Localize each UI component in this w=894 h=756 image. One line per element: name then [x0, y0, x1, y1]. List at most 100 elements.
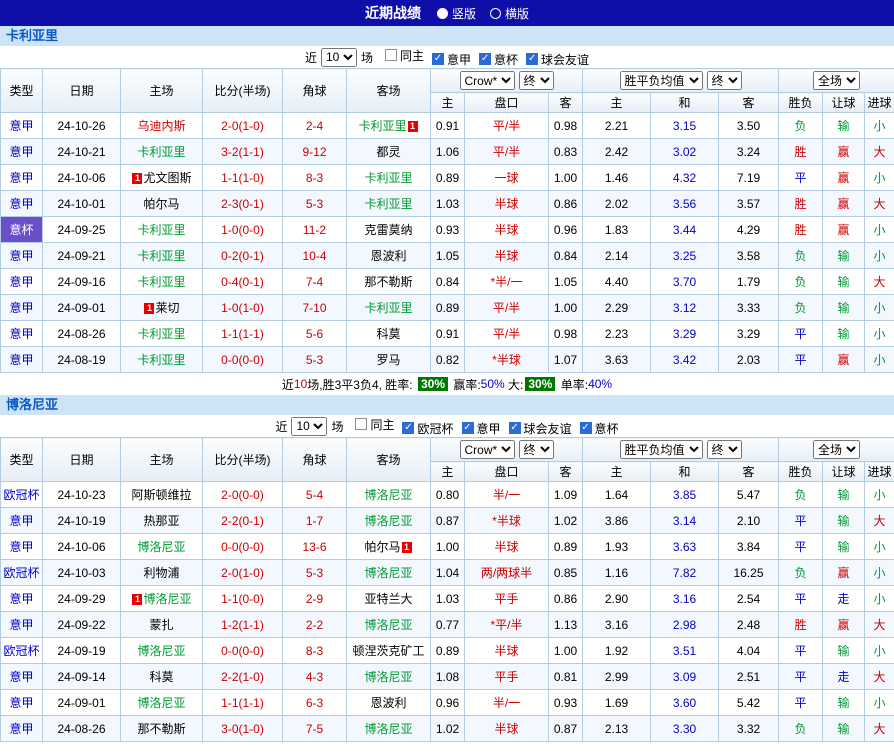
- score-cell: 0-0(0-0): [203, 638, 283, 664]
- team-name: 博洛尼亚: [364, 566, 412, 580]
- avg-home-cell: 2.99: [583, 664, 651, 690]
- odds-away-cell: 1.00: [549, 638, 583, 664]
- result-cell: 平: [779, 664, 823, 690]
- score-cell: 1-2(1-1): [203, 612, 283, 638]
- filter-checkbox-球会友谊[interactable]: 球会友谊: [526, 51, 589, 68]
- odds-time-select[interactable]: 终: [519, 71, 554, 90]
- league-cell: 意甲: [1, 534, 43, 560]
- layout-radio-group: 竖版 横版: [437, 5, 529, 22]
- filter-checkbox-同主[interactable]: 同主: [355, 416, 394, 433]
- scope-select[interactable]: 全场: [813, 440, 860, 459]
- avg-draw-cell: 3.14: [651, 508, 719, 534]
- result-cell: 平: [779, 586, 823, 612]
- summary-segment: 大:: [505, 376, 524, 393]
- col-goals: 进球: [865, 462, 894, 482]
- handicap-cell: 半/一: [465, 482, 549, 508]
- odds-away-cell: 0.98: [549, 321, 583, 347]
- filter-label: 意杯: [494, 51, 518, 68]
- team-name: 罗马: [376, 353, 400, 367]
- handicap-cell: *平/半: [465, 612, 549, 638]
- team-name: 博洛尼亚: [137, 540, 185, 554]
- away-team-cell: 博洛尼亚: [347, 482, 431, 508]
- match-count-select[interactable]: 10: [291, 417, 327, 436]
- summary-segment: 10: [294, 377, 307, 391]
- avg-home-cell: 2.29: [583, 295, 651, 321]
- goals-result-cell: 小: [865, 165, 894, 191]
- home-team-cell: 乌迪内斯: [121, 113, 203, 139]
- avg-draw-cell: 3.51: [651, 638, 719, 664]
- odds-home-cell: 1.02: [431, 716, 465, 742]
- filter-checkbox-同主[interactable]: 同主: [385, 47, 424, 64]
- result-cell: 平: [779, 638, 823, 664]
- score-cell: 1-1(1-1): [203, 690, 283, 716]
- odds-home-cell: 1.06: [431, 139, 465, 165]
- date-cell: 24-10-21: [43, 139, 121, 165]
- avg-type-select[interactable]: 胜平负均值: [620, 440, 703, 459]
- goals-result-cell: 小: [865, 243, 894, 269]
- result-cell: 负: [779, 269, 823, 295]
- handicap-cell: *半球: [465, 508, 549, 534]
- team-name: 尤文图斯: [143, 171, 191, 185]
- home-team-cell: 热那亚: [121, 508, 203, 534]
- checkbox-icon: [526, 53, 538, 65]
- corner-cell: 6-3: [283, 690, 347, 716]
- handicap-cell: 半球: [465, 638, 549, 664]
- filter-label: 球会友谊: [524, 420, 572, 437]
- team-name: 恩波利: [370, 249, 406, 263]
- date-cell: 24-08-26: [43, 321, 121, 347]
- odds-time-select[interactable]: 终: [519, 440, 554, 459]
- odds-home-cell: 0.89: [431, 638, 465, 664]
- handicap-cell: 平/半: [465, 321, 549, 347]
- avg-time-select[interactable]: 终: [707, 440, 742, 459]
- away-team-cell: 科莫: [347, 321, 431, 347]
- odds-company-select[interactable]: Crow*: [460, 71, 515, 90]
- league-cell: 意甲: [1, 165, 43, 191]
- away-team-cell: 亚特兰大: [347, 586, 431, 612]
- filter-checkbox-欧冠杯[interactable]: 欧冠杯: [402, 420, 453, 437]
- match-row: 意甲24-08-19卡利亚里0-0(0-0)5-3罗马0.82*半球1.073.…: [1, 347, 894, 373]
- home-team-cell: 博洛尼亚: [121, 534, 203, 560]
- match-count-select[interactable]: 10: [321, 48, 357, 67]
- handicap-result-cell: 输: [823, 716, 865, 742]
- layout-radio-horizontal[interactable]: 横版: [490, 5, 529, 22]
- date-cell: 24-10-03: [43, 560, 121, 586]
- summary-segment: 近: [282, 376, 294, 393]
- handicap-result-cell: 赢: [823, 191, 865, 217]
- avg-home-cell: 3.63: [583, 347, 651, 373]
- odds-home-cell: 1.00: [431, 534, 465, 560]
- home-team-cell: 卡利亚里: [121, 243, 203, 269]
- away-team-cell: 那不勒斯: [347, 269, 431, 295]
- filter-checkbox-球会友谊[interactable]: 球会友谊: [509, 420, 572, 437]
- avg-draw-cell: 7.82: [651, 560, 719, 586]
- layout-radio-vertical[interactable]: 竖版: [437, 5, 476, 22]
- team-section-bologna: 博洛尼亚 近 10 场 同主欧冠杯意甲球会友谊意杯 类型 日期 主场 比分(半场…: [0, 395, 894, 742]
- avg-home-cell: 2.02: [583, 191, 651, 217]
- filter-checkbox-意杯[interactable]: 意杯: [580, 420, 619, 437]
- goals-result-cell: 小: [865, 560, 894, 586]
- col-date: 日期: [43, 69, 121, 113]
- odds-company-select[interactable]: Crow*: [460, 440, 515, 459]
- scope-select[interactable]: 全场: [813, 71, 860, 90]
- odds-away-cell: 1.02: [549, 508, 583, 534]
- avg-time-select[interactable]: 终: [707, 71, 742, 90]
- summary-segment: 50%: [481, 377, 505, 391]
- corner-cell: 7-5: [283, 716, 347, 742]
- league-cell: 欧冠杯: [1, 482, 43, 508]
- match-row: 意甲24-09-14科莫2-2(1-0)4-3博洛尼亚1.08平手0.812.9…: [1, 664, 894, 690]
- goals-result-cell: 小: [865, 321, 894, 347]
- avg-away-cell: 5.42: [719, 690, 779, 716]
- away-team-cell: 都灵: [347, 139, 431, 165]
- filter-checkbox-意杯[interactable]: 意杯: [479, 51, 518, 68]
- corner-cell: 8-3: [283, 165, 347, 191]
- filter-checkbox-意甲[interactable]: 意甲: [462, 420, 501, 437]
- team-name: 博洛尼亚: [364, 722, 412, 736]
- match-row: 意杯24-09-25卡利亚里1-0(0-0)11-2克雷莫纳0.93半球0.96…: [1, 217, 894, 243]
- odds-home-cell: 0.82: [431, 347, 465, 373]
- avg-type-select[interactable]: 胜平负均值: [620, 71, 703, 90]
- col-away: 客场: [347, 438, 431, 482]
- league-cell: 意甲: [1, 508, 43, 534]
- filter-checkbox-意甲[interactable]: 意甲: [432, 51, 471, 68]
- avg-home-cell: 3.86: [583, 508, 651, 534]
- odds-away-cell: 0.96: [549, 217, 583, 243]
- avg-draw-cell: 3.16: [651, 586, 719, 612]
